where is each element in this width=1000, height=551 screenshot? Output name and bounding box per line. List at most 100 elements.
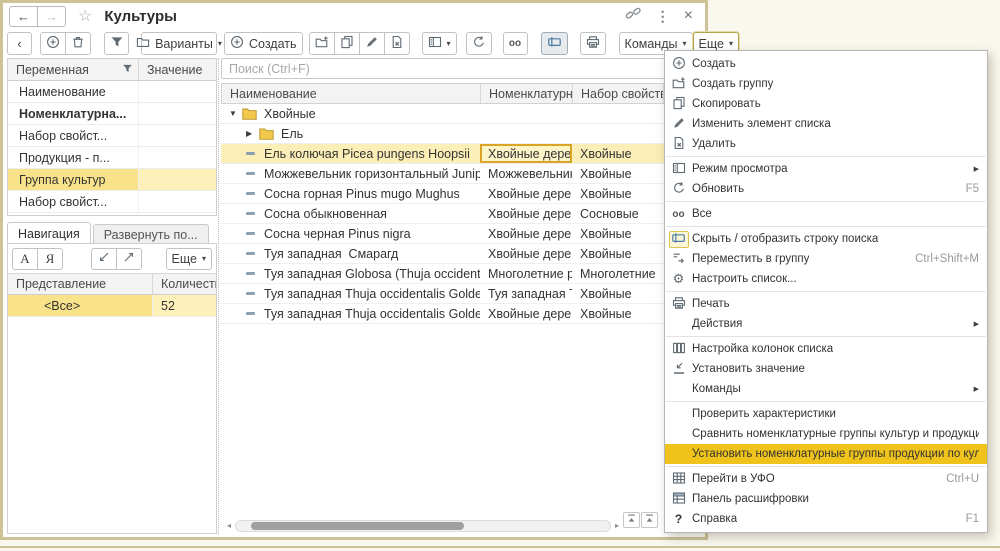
- column-header-count[interactable]: Количество: [153, 274, 216, 294]
- list-propset-cell[interactable]: [572, 124, 663, 143]
- expand-all-button[interactable]: [116, 248, 142, 270]
- column-header-variable[interactable]: Переменная: [8, 59, 139, 80]
- refresh-button[interactable]: [466, 32, 492, 55]
- menu-item[interactable]: Перейти в УФОCtrl+U: [665, 469, 987, 489]
- list-propset-cell[interactable]: Хвойные: [572, 144, 663, 163]
- variable-row[interactable]: Группа культур: [8, 169, 216, 191]
- variable-value-cell[interactable]: [139, 81, 216, 102]
- list-name-cell[interactable]: Можжевельник горизонтальный Juniperus ho…: [221, 164, 480, 183]
- list-propset-cell[interactable]: Хвойные: [572, 164, 663, 183]
- variable-row[interactable]: Набор свойст...: [8, 125, 216, 147]
- list-nomenclature-cell[interactable]: Хвойные дерев...: [480, 304, 572, 323]
- sort-desc-button[interactable]: Я: [37, 248, 63, 270]
- variable-value-cell[interactable]: [139, 103, 216, 124]
- list-row[interactable]: ▶Ель: [221, 124, 702, 144]
- link-icon[interactable]: [625, 6, 642, 26]
- list-nomenclature-cell[interactable]: Хвойные дерев...: [480, 244, 572, 263]
- list-row[interactable]: ▼Хвойные: [221, 104, 702, 124]
- panel-splitter[interactable]: [218, 58, 219, 534]
- variable-name-cell[interactable]: Номенклатурна...: [8, 103, 139, 124]
- history-back-button[interactable]: ←: [9, 6, 38, 27]
- show-all-button[interactable]: oo: [503, 32, 528, 55]
- filter-button[interactable]: [104, 32, 129, 55]
- list-nomenclature-cell[interactable]: Хвойные дерев...: [480, 144, 572, 163]
- menu-item[interactable]: ooВсе: [665, 204, 987, 224]
- variable-name-cell[interactable]: Набор свойст...: [8, 125, 139, 146]
- column-header-propset[interactable]: Набор свойств ...: [573, 84, 664, 103]
- collapse-all-button[interactable]: [91, 248, 117, 270]
- list-propset-cell[interactable]: Хвойные: [572, 304, 663, 323]
- nav-view-cell[interactable]: <Все>: [8, 295, 153, 316]
- menu-item[interactable]: Настройка колонок списка: [665, 339, 987, 359]
- list-name-cell[interactable]: Туя западная Globosa (Thuja occidentalis…: [221, 264, 480, 283]
- create-button[interactable]: Создать: [224, 32, 303, 55]
- add-variable-button[interactable]: [40, 32, 66, 55]
- mark-delete-button[interactable]: [384, 32, 410, 55]
- scrollbar-track[interactable]: [235, 520, 611, 532]
- menu-item[interactable]: Печать: [665, 294, 987, 314]
- edit-button[interactable]: [359, 32, 385, 55]
- variable-name-cell[interactable]: Группа культур: [8, 169, 139, 190]
- list-propset-cell[interactable]: Хвойные: [572, 184, 663, 203]
- list-nomenclature-cell[interactable]: [480, 124, 572, 143]
- close-icon[interactable]: ×: [684, 7, 693, 25]
- search-input[interactable]: [221, 58, 702, 79]
- variable-row[interactable]: Продукция - п...: [8, 147, 216, 169]
- list-propset-cell[interactable]: Хвойные: [572, 224, 663, 243]
- column-header-name[interactable]: Наименование: [222, 84, 481, 103]
- list-name-cell[interactable]: Сосна обыкновенная: [221, 204, 480, 223]
- nav-count-cell[interactable]: 52: [153, 295, 216, 316]
- list-propset-cell[interactable]: Многолетние: [572, 264, 663, 283]
- variable-row[interactable]: Набор свойст...: [8, 191, 216, 213]
- variable-value-cell[interactable]: [139, 147, 216, 168]
- nav-more-button[interactable]: Еще ▾: [166, 248, 212, 270]
- list-nomenclature-cell[interactable]: Хвойные дерев...: [480, 204, 572, 223]
- list-row[interactable]: Туя западная СмарагдХвойные дерев...Хвой…: [221, 244, 702, 264]
- print-button[interactable]: [580, 32, 606, 55]
- menu-item[interactable]: Действия▶: [665, 314, 987, 334]
- list-nomenclature-cell[interactable]: [480, 104, 572, 123]
- list-row[interactable]: Туя западная Thuja occidentalis Golden G…: [221, 304, 702, 324]
- list-row[interactable]: Туя западная Thuja occidentalis Golden B…: [221, 284, 702, 304]
- menu-item[interactable]: Панель расшифровки: [665, 489, 987, 509]
- variants-button[interactable]: Варианты ▾: [141, 32, 217, 55]
- variable-row[interactable]: Наименование: [8, 81, 216, 103]
- list-row[interactable]: Туя западная Globosa (Thuja occidentalis…: [221, 264, 702, 284]
- list-name-cell[interactable]: Ель колючая Picea pungens Hoopsii: [221, 144, 480, 163]
- list-nomenclature-cell[interactable]: Многолетние ра...: [480, 264, 572, 283]
- menu-item[interactable]: Проверить характеристики: [665, 404, 987, 424]
- menu-item[interactable]: ?СправкаF1: [665, 509, 987, 529]
- menu-item[interactable]: Установить значение: [665, 359, 987, 379]
- menu-item[interactable]: Удалить: [665, 134, 987, 154]
- delete-variable-button[interactable]: [65, 32, 91, 55]
- list-name-cell[interactable]: Сосна горная Pinus mugo Mughus: [221, 184, 480, 203]
- list-row[interactable]: Можжевельник горизонтальный Juniperus ho…: [221, 164, 702, 184]
- menu-item[interactable]: Изменить элемент списка: [665, 114, 987, 134]
- list-row[interactable]: Сосна черная Pinus nigraХвойные дерев...…: [221, 224, 702, 244]
- menu-item[interactable]: ⚙Настроить список...: [665, 269, 987, 289]
- scroll-end-button[interactable]: [641, 512, 658, 528]
- variable-value-cell[interactable]: [139, 125, 216, 146]
- menu-item[interactable]: Установить номенклатурные группы продукц…: [665, 444, 987, 464]
- variable-name-cell[interactable]: Набор свойст...: [8, 191, 139, 212]
- menu-item[interactable]: Создать группу: [665, 74, 987, 94]
- scroll-left-arrow-icon[interactable]: ◂: [223, 521, 235, 530]
- list-name-cell[interactable]: Туя западная Смарагд: [221, 244, 480, 263]
- list-nomenclature-cell[interactable]: Хвойные дерев...: [480, 184, 572, 203]
- column-header-view[interactable]: Представление: [8, 274, 153, 294]
- scroll-begin-button[interactable]: [623, 512, 640, 528]
- list-nomenclature-cell[interactable]: Хвойные дерев...: [480, 224, 572, 243]
- variable-name-cell[interactable]: Наименование: [8, 81, 139, 102]
- funnel-icon[interactable]: [122, 63, 133, 77]
- menu-item[interactable]: Команды▶: [665, 379, 987, 399]
- list-name-cell[interactable]: ▼Хвойные: [221, 104, 480, 123]
- list-propset-cell[interactable]: Сосновые: [572, 204, 663, 223]
- copy-button[interactable]: [334, 32, 360, 55]
- kebab-menu-icon[interactable]: ⋮: [656, 8, 670, 25]
- view-mode-button[interactable]: ▾: [422, 32, 457, 55]
- collapse-expander-icon[interactable]: ▼: [229, 109, 242, 118]
- list-row[interactable]: Сосна горная Pinus mugo MughusХвойные де…: [221, 184, 702, 204]
- tab-expand-by[interactable]: Развернуть по...: [93, 224, 209, 244]
- favorite-star-icon[interactable]: ☆: [78, 6, 92, 26]
- sort-asc-button[interactable]: А: [12, 248, 38, 270]
